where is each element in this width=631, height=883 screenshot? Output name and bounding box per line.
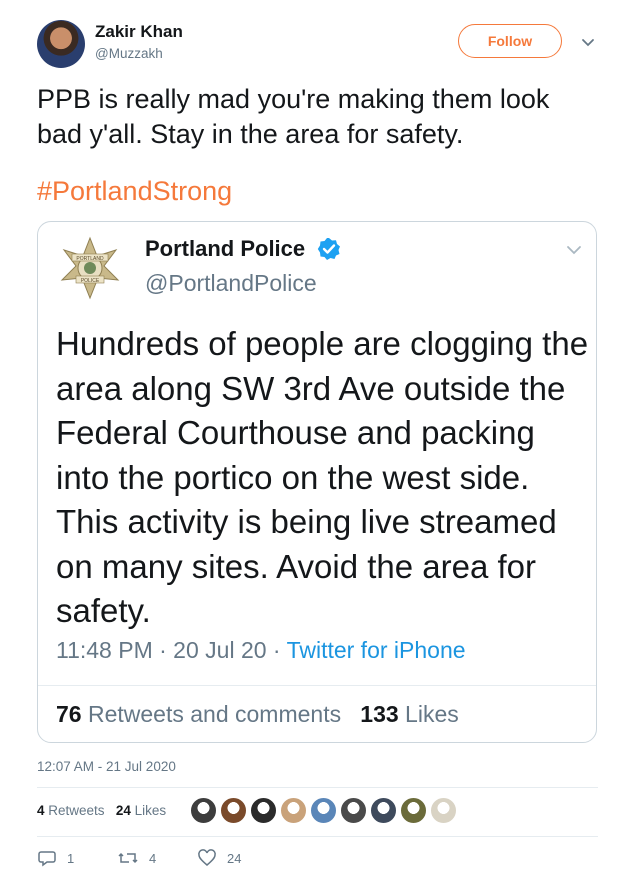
liker-avatar[interactable] — [310, 797, 337, 824]
author-handle[interactable]: @Muzzakh — [95, 46, 163, 61]
quoted-retweets-label[interactable]: Retweets and comments — [88, 701, 341, 727]
hashtag-link[interactable]: #PortlandStrong — [37, 176, 232, 207]
quoted-author-name[interactable]: Portland Police — [145, 236, 305, 262]
likes-count[interactable]: 24 — [116, 803, 131, 818]
chevron-down-icon[interactable] — [580, 34, 596, 50]
quoted-time[interactable]: 11:48 PM · 20 Jul 20 · — [56, 637, 287, 663]
quoted-tweet-meta: 11:48 PM · 20 Jul 20 · Twitter for iPhon… — [56, 637, 466, 664]
author-avatar[interactable] — [37, 20, 85, 68]
retweets-label[interactable]: Retweets — [48, 803, 104, 818]
liker-avatar[interactable] — [430, 797, 457, 824]
like-button[interactable]: 24 — [197, 848, 241, 868]
liker-avatar[interactable] — [370, 797, 397, 824]
follow-button[interactable]: Follow — [458, 24, 562, 58]
author-name[interactable]: Zakir Khan — [95, 22, 183, 42]
divider — [38, 685, 596, 686]
liker-avatar[interactable] — [220, 797, 247, 824]
police-badge-avatar[interactable]: PORTLAND POLICE — [58, 236, 122, 300]
liker-avatar[interactable] — [400, 797, 427, 824]
retweet-icon — [118, 852, 138, 864]
tweet-timestamp[interactable]: 12:07 AM - 21 Jul 2020 — [37, 759, 176, 774]
retweet-button[interactable]: 4 — [117, 848, 156, 868]
retweets-count[interactable]: 4 — [37, 803, 45, 818]
liker-avatar[interactable] — [190, 797, 217, 824]
quoted-source-link[interactable]: Twitter for iPhone — [287, 637, 466, 663]
divider — [37, 787, 598, 788]
reply-button[interactable]: 1 — [37, 848, 74, 868]
tweet-text: PPB is really mad you're making them loo… — [37, 84, 550, 149]
chevron-down-icon[interactable] — [565, 241, 583, 259]
retweet-count: 4 — [149, 850, 157, 866]
tweet-stats: 4 Retweets 24 Likes — [37, 803, 166, 818]
liker-avatar[interactable] — [340, 797, 367, 824]
quoted-likes-count[interactable]: 133 — [360, 701, 398, 727]
like-count: 24 — [227, 850, 242, 866]
reply-count: 1 — [67, 850, 75, 866]
liker-avatar[interactable] — [280, 797, 307, 824]
badge-text-top: PORTLAND — [76, 256, 104, 262]
likes-label[interactable]: Likes — [135, 803, 167, 818]
heart-icon — [198, 849, 216, 866]
liker-avatar[interactable] — [250, 797, 277, 824]
verified-badge-icon — [317, 238, 340, 260]
quoted-author-handle[interactable]: @PortlandPolice — [145, 270, 317, 297]
reply-icon — [38, 851, 56, 867]
quoted-tweet-text: Hundreds of people are clogging the area… — [56, 325, 589, 629]
badge-text-bottom: POLICE — [81, 278, 100, 284]
divider — [37, 836, 598, 837]
quoted-stats: 76 Retweets and comments 133 Likes — [56, 701, 459, 728]
liker-avatars — [190, 797, 460, 825]
quoted-likes-label[interactable]: Likes — [405, 701, 459, 727]
quoted-retweets-count[interactable]: 76 — [56, 701, 82, 727]
